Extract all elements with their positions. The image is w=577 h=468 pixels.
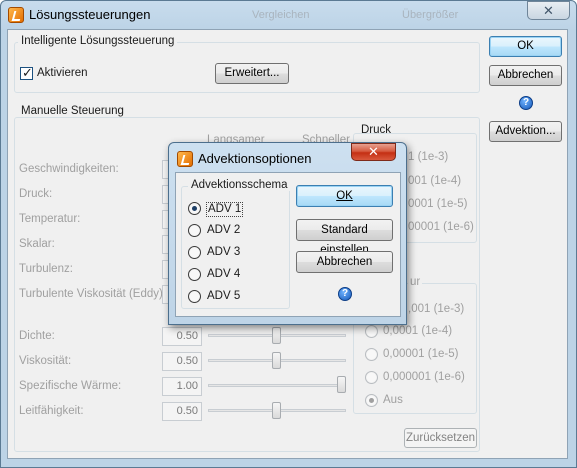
close-button[interactable]: ✕: [527, 1, 570, 20]
specific-heat-spin[interactable]: 1.00: [162, 377, 202, 396]
relaxation-label-eddy-viscosity: Turbulente Viskosität (Eddy):: [19, 288, 167, 300]
specific-heat-slider-track: [208, 384, 346, 387]
pressure-option[interactable]: 00001 (1e-6): [408, 221, 474, 233]
activate-label: Aktivieren: [37, 67, 88, 79]
relaxation-label-turbulence: Turbulenz:: [19, 263, 73, 275]
property-label-density: Dichte:: [19, 330, 55, 342]
advection-dialog-icon: [177, 151, 193, 167]
advection-button[interactable]: Advektion...: [489, 121, 562, 142]
conductivity-spin[interactable]: 0.50: [162, 402, 202, 421]
temperature-radio[interactable]: [365, 348, 378, 361]
density-spin[interactable]: 0.50: [162, 327, 202, 346]
property-label-conductivity: Leitfähigkeit:: [19, 405, 84, 417]
adv4-label[interactable]: ADV 4: [207, 268, 240, 280]
app-icon: [8, 7, 24, 23]
temperature-radio[interactable]: [365, 325, 378, 338]
adv1-radio[interactable]: [188, 202, 201, 215]
viscosity-slider-thumb[interactable]: [272, 352, 281, 369]
relaxation-label-scalar: Skalar:: [19, 238, 55, 250]
window-title: Lösungssteuerungen: [29, 7, 151, 22]
help-icon[interactable]: ?: [519, 96, 533, 110]
temperature-option-off[interactable]: Aus: [383, 394, 403, 406]
advection-ok-label: OK: [336, 190, 353, 202]
temperature-option[interactable]: 0,00001 (1e-5): [383, 348, 458, 360]
relaxation-label-temperature: Temperatur:: [19, 213, 81, 225]
ok-button-label: OK: [517, 40, 534, 52]
conductivity-slider-thumb[interactable]: [272, 402, 281, 419]
adv3-label[interactable]: ADV 3: [207, 246, 240, 258]
temperature-option[interactable]: 0,000001 (1e-6): [383, 371, 465, 383]
adv2-label[interactable]: ADV 2: [207, 224, 240, 236]
viscosity-spin[interactable]: 0.50: [162, 352, 202, 371]
property-label-viscosity: Viskosität:: [19, 355, 72, 367]
relaxation-label-pressure: Druck:: [19, 188, 53, 200]
advection-ok-button[interactable]: OK: [296, 185, 393, 207]
adv4-radio[interactable]: [188, 268, 201, 281]
specific-heat-slider-thumb[interactable]: [337, 376, 346, 393]
advection-close-button[interactable]: ✕: [351, 143, 396, 161]
density-slider-thumb[interactable]: [272, 327, 281, 344]
adv5-radio[interactable]: [188, 290, 201, 303]
pressure-option[interactable]: 1 (1e-3): [408, 151, 448, 163]
manual-control-title: Manuelle Steuerung: [18, 105, 127, 117]
relaxation-label-velocity: Geschwindigkeiten:: [19, 163, 119, 175]
extended-button[interactable]: Erweitert...: [215, 63, 289, 84]
pressure-option[interactable]: 001 (1e-4): [408, 175, 461, 187]
reset-button-label: Zurücksetzen: [405, 432, 476, 444]
cancel-button[interactable]: Abbrechen: [489, 65, 562, 86]
adv1-label[interactable]: ADV 1: [206, 202, 244, 217]
activate-checkbox[interactable]: [20, 65, 33, 81]
ok-button[interactable]: OK: [489, 36, 562, 57]
advection-help-icon[interactable]: ?: [338, 287, 352, 301]
temperature-option[interactable]: 0,0001 (1e-4): [383, 325, 452, 337]
advection-cancel-button[interactable]: Abbrechen: [296, 251, 393, 273]
cancel-button-label: Abbrechen: [497, 69, 554, 81]
reset-button[interactable]: Zurücksetzen: [404, 428, 477, 448]
property-label-specific-heat: Spezifische Wärme:: [19, 380, 122, 392]
temperature-radio[interactable]: [365, 371, 378, 384]
advection-scheme-title: Advektionsschema: [188, 179, 291, 191]
adv2-radio[interactable]: [188, 224, 201, 237]
intelligent-control-title: Intelligente Lösungssteuerung: [18, 35, 178, 47]
temperature-header: ur: [408, 276, 423, 288]
background-tab-larger: Übergrößer: [402, 9, 459, 21]
advection-button-label: Advektion...: [495, 125, 556, 137]
advection-default-button[interactable]: Standard einstellen: [296, 219, 393, 256]
background-tab-compare: Vergleichen: [252, 9, 310, 21]
extended-button-label: Erweitert...: [224, 67, 280, 79]
adv5-label[interactable]: ADV 5: [207, 290, 240, 302]
temperature-option[interactable]: ,001 (1e-3): [408, 303, 464, 315]
temperature-radio-off[interactable]: [365, 394, 378, 407]
advection-dialog-title: Advektionsoptionen: [198, 151, 312, 166]
pressure-option[interactable]: 0001 (1e-5): [408, 198, 467, 210]
advection-cancel-label: Abbrechen: [316, 256, 373, 268]
adv3-radio[interactable]: [188, 246, 201, 259]
